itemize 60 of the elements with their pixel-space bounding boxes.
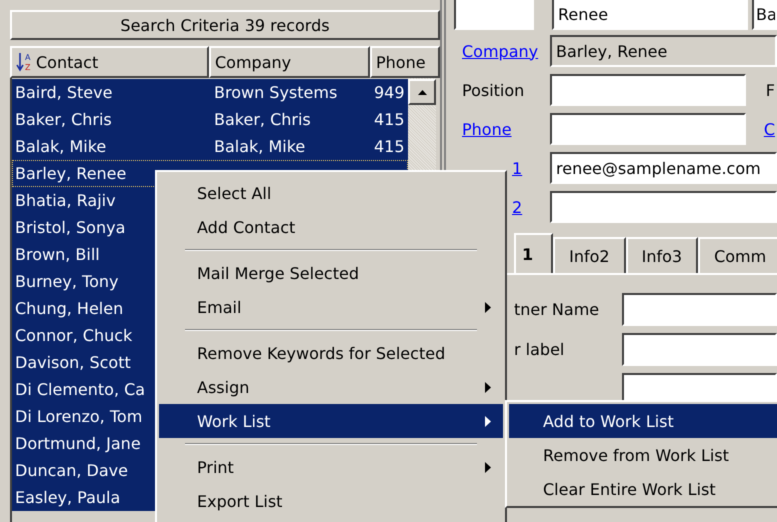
up-arrow-icon	[418, 90, 426, 94]
menu-item[interactable]: Remove from Work List	[509, 438, 777, 472]
table-cell-text: Barley, Renee	[14, 164, 128, 183]
search-criteria-header[interactable]: Search Criteria 39 records	[10, 10, 440, 40]
field-link[interactable]: Phone	[454, 120, 550, 138]
table-cell-text: Baker, Chris	[14, 110, 113, 129]
tab[interactable]: Info3	[626, 237, 698, 273]
list-row[interactable]: Balak, Mike Balak, Mike 415	[12, 133, 408, 160]
tab[interactable]: Comm	[698, 237, 777, 273]
menu-item[interactable]: Mail Merge Selected	[159, 256, 503, 290]
input-field[interactable]	[550, 191, 777, 223]
table-cell-text: Baker, Chris	[213, 110, 312, 129]
table-cell-text: 415	[373, 110, 406, 129]
list-row[interactable]: Baker, Chris Baker, Chris 415	[12, 106, 408, 133]
menu-item[interactable]: Work List	[159, 404, 503, 438]
column-header[interactable]: Phone	[370, 46, 440, 78]
tab[interactable]: 1	[514, 233, 554, 273]
tab[interactable]: Info2	[553, 237, 626, 273]
field-link[interactable]: C	[764, 120, 777, 138]
input-field[interactable]: Renee	[552, 0, 748, 30]
table-cell-text: 415	[373, 137, 406, 156]
field-link[interactable]: 2	[512, 198, 550, 216]
submenu-arrow-icon	[485, 416, 491, 426]
menu-item[interactable]: Remove Keywords for Selected	[159, 336, 503, 370]
menu-item[interactable]: Print	[159, 450, 503, 484]
input-field[interactable]	[622, 333, 777, 366]
field-label: F	[766, 80, 776, 100]
submenu-arrow-icon	[485, 462, 491, 472]
menu-item[interactable]: Email	[159, 290, 503, 324]
scroll-up-button[interactable]	[408, 79, 436, 105]
table-cell-text: Connor, Chuck	[14, 326, 134, 345]
submenu-arrow-icon	[485, 302, 491, 312]
table-cell-text: Brown Systems	[213, 83, 338, 102]
menu-item[interactable]: Add to Work List	[509, 404, 777, 438]
submenu-arrow-icon	[485, 382, 491, 392]
field-label: r label	[514, 340, 566, 359]
table-cell-text: Balak, Mike	[213, 137, 306, 156]
menu-item[interactable]: Assign	[159, 370, 503, 404]
list-row[interactable]: Baird, Steve Brown Systems 949	[12, 79, 408, 106]
menu-item[interactable]: Export List	[159, 484, 503, 518]
input-field[interactable]	[550, 113, 746, 145]
input-field[interactable]	[622, 293, 777, 326]
input-field[interactable]: Ba	[752, 0, 777, 30]
menu-item[interactable]: Add Contact	[159, 210, 503, 244]
input-field[interactable]: Barley, Renee	[550, 35, 777, 67]
field-link[interactable]: Company	[454, 42, 550, 60]
table-cell-text: Baird, Steve	[14, 83, 114, 102]
menu-item[interactable]: Clear Entire Work List	[509, 472, 777, 506]
input-field[interactable]	[454, 0, 534, 30]
field-link[interactable]: 1	[512, 158, 550, 178]
input-field[interactable]	[550, 74, 746, 106]
table-cell-text: 949	[373, 83, 406, 102]
table-cell-text: Dortmund, Jane	[14, 434, 142, 453]
menu-item[interactable]: Select All	[159, 176, 503, 210]
input-field[interactable]: renee@samplename.com	[550, 152, 777, 184]
table-cell-text: Balak, Mike	[14, 137, 108, 156]
field-label: Position	[461, 80, 526, 100]
column-header[interactable]: Company	[209, 46, 370, 78]
table-cell-text: Brown, Bill	[14, 245, 101, 264]
field-label: tner Name	[514, 300, 600, 319]
